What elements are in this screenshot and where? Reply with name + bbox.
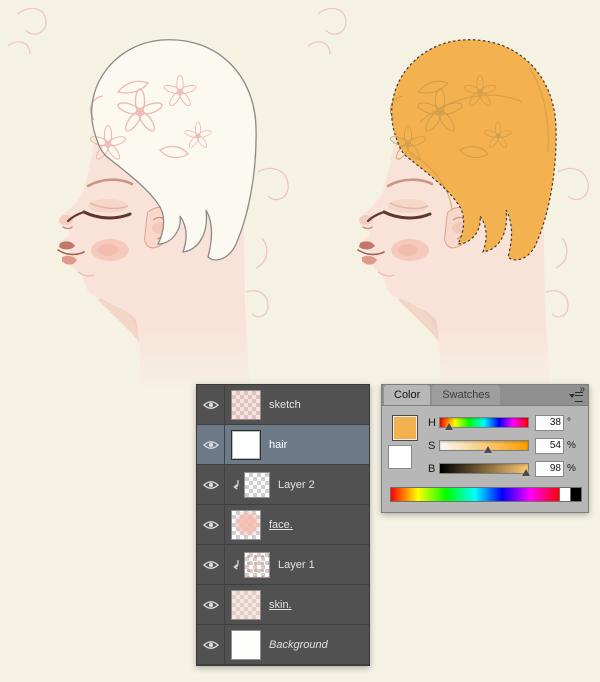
layer-thumb-cell (231, 630, 261, 660)
slider-marker[interactable] (522, 469, 530, 476)
eye-icon (203, 640, 219, 650)
color-ramp[interactable] (390, 487, 582, 502)
layer-thumbnail[interactable] (231, 390, 261, 420)
foreground-color-swatch[interactable] (392, 415, 418, 441)
eye-icon (203, 520, 219, 530)
layer-visibility-toggle[interactable] (197, 585, 225, 624)
layer-visibility-toggle[interactable] (197, 425, 225, 464)
layer-thumb-cell (231, 390, 261, 420)
slider-channel-label: B (428, 463, 439, 475)
layer-thumb-cell (231, 472, 270, 498)
layer-row[interactable]: Layer 1 (197, 545, 369, 585)
ramp-black-swatch[interactable] (570, 488, 581, 501)
layer-thumb-cell (231, 510, 261, 540)
layer-name[interactable]: hair (269, 439, 287, 451)
layers-panel: sketch hair (196, 384, 370, 666)
layer-row[interactable]: hair (197, 425, 369, 465)
layer-visibility-toggle[interactable] (197, 625, 225, 664)
layer-thumbnail[interactable] (231, 630, 261, 660)
layer-thumbnail[interactable] (231, 430, 261, 460)
slider-value-field[interactable]: 54 (535, 438, 564, 454)
spectrum-ramp[interactable] (391, 488, 559, 501)
layer-thumbnail[interactable] (244, 552, 270, 578)
color-panel-body: H 38 ° S 54 % B 98 % (382, 406, 588, 512)
layer-name[interactable]: Background (269, 639, 328, 651)
slider-unit: % (567, 440, 577, 451)
slider-channel-label: H (428, 417, 439, 429)
panel-menu-icon[interactable] (569, 391, 583, 401)
layer-row[interactable]: Layer 2 (197, 465, 369, 505)
slider-value-field[interactable]: 38 (535, 415, 564, 431)
layer-name[interactable]: face. (269, 519, 293, 531)
layer-visibility-toggle[interactable] (197, 545, 225, 584)
layer-thumbnail[interactable] (231, 510, 261, 540)
slider-track[interactable] (439, 440, 529, 451)
hsb-slider-row: S 54 % (428, 434, 577, 457)
eye-icon (203, 560, 219, 570)
layer-thumb-cell (231, 590, 261, 620)
layer-thumb-cell (231, 430, 261, 460)
slider-unit: % (567, 463, 577, 474)
slider-value-field[interactable]: 98 (535, 461, 564, 477)
layer-name[interactable]: skin. (269, 599, 292, 611)
slider-track[interactable] (439, 417, 529, 428)
eye-icon (203, 400, 219, 410)
layers-list: sketch hair (197, 385, 369, 665)
layer-row[interactable]: sketch (197, 385, 369, 425)
tab-swatches[interactable]: Swatches (432, 385, 500, 405)
hsb-slider-row: B 98 % (428, 457, 577, 480)
eye-icon (203, 480, 219, 490)
layer-name[interactable]: Layer 2 (278, 479, 315, 491)
menu-bars-icon (575, 392, 583, 402)
slider-track[interactable] (439, 463, 529, 474)
color-panel-tabbar: Color Swatches » (382, 385, 588, 406)
layer-name[interactable]: Layer 1 (278, 559, 315, 571)
slider-marker[interactable] (445, 423, 453, 430)
color-panel: Color Swatches » H 38 ° S 54 (381, 384, 589, 513)
photoshop-workspace: sketch hair (0, 0, 600, 682)
hsb-sliders: H 38 ° S 54 % B 98 % (428, 411, 577, 480)
slider-channel-label: S (428, 440, 439, 452)
layer-visibility-toggle[interactable] (197, 385, 225, 424)
layer-row[interactable]: skin. (197, 585, 369, 625)
layer-row[interactable]: face. (197, 505, 369, 545)
eye-icon (203, 440, 219, 450)
slider-unit: ° (567, 417, 577, 428)
tab-color[interactable]: Color (384, 385, 430, 405)
clipping-mask-arrow-icon (231, 480, 241, 490)
layer-name[interactable]: sketch (269, 399, 301, 411)
canvas-artwork-left[interactable] (0, 0, 300, 390)
clipping-mask-arrow-icon (231, 560, 241, 570)
layer-thumbnail[interactable] (244, 472, 270, 498)
eye-icon (203, 600, 219, 610)
layer-thumb-cell (231, 552, 270, 578)
slider-marker[interactable] (484, 446, 492, 453)
layer-row[interactable]: Background (197, 625, 369, 665)
layer-thumbnail[interactable] (231, 590, 261, 620)
canvas-artwork-right[interactable] (300, 0, 600, 390)
background-color-swatch[interactable] (388, 445, 412, 469)
layer-visibility-toggle[interactable] (197, 505, 225, 544)
hsb-slider-row: H 38 ° (428, 411, 577, 434)
layer-visibility-toggle[interactable] (197, 465, 225, 504)
ramp-white-swatch[interactable] (559, 488, 570, 501)
